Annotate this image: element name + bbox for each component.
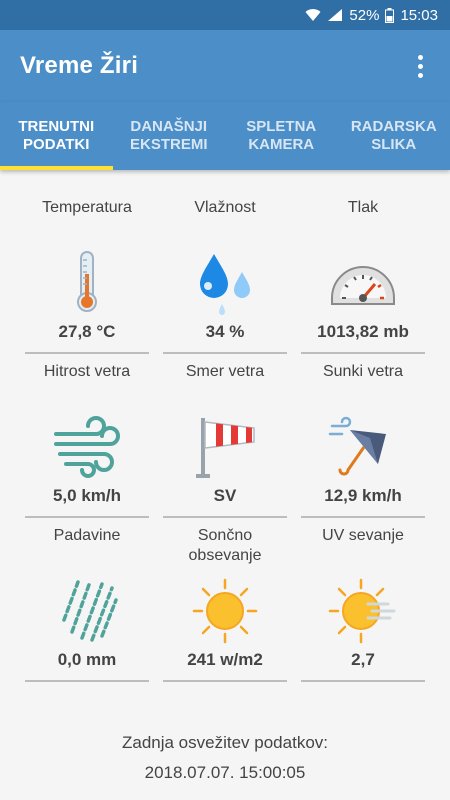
tab-danasnji-ekstremi[interactable]: DANAŠNJI EKSTREMI — [113, 102, 226, 170]
uv-sun-icon — [328, 576, 398, 646]
tab-trenutni-podatki[interactable]: TRENUTNI PODATKI — [0, 102, 113, 170]
app-bar: Vreme Žiri — [0, 30, 450, 102]
windy-umbrella-icon — [328, 412, 398, 482]
measurement-label: Temperatura — [42, 199, 132, 216]
measurement-label: Tlak — [347, 199, 379, 216]
divider — [25, 680, 149, 682]
rain-icon — [52, 576, 122, 646]
measurement-value: 12,9 km/h — [324, 486, 402, 505]
measurement-label: Hitrost vetra — [43, 363, 131, 380]
measurement-uv-index: UV sevanje 2,7 — [301, 518, 425, 682]
last-update: Zadnja osvežitev podatkov: 2018.07.07. 1… — [0, 728, 450, 788]
measurement-label: Smer vetra — [185, 363, 265, 380]
tab-bar: TRENUTNI PODATKI DANAŠNJI EKSTREMI SPLET… — [0, 102, 450, 170]
divider — [301, 680, 425, 682]
windsock-icon — [190, 412, 260, 482]
last-update-label: Zadnja osvežitev podatkov: — [121, 733, 328, 752]
measurement-wind-direction: Smer vetra SV — [163, 354, 287, 518]
measurement-temperature: Temperatura 27,8 °C — [25, 190, 149, 354]
measurement-wind-gusts: Sunki vetra 12,9 km/h — [301, 354, 425, 518]
signal-icon — [327, 8, 343, 22]
measurement-value: 2,7 — [351, 650, 375, 669]
tab-radarska-slika[interactable]: RADARSKA SLIKA — [338, 102, 450, 170]
measurement-label: Vlažnost — [194, 199, 256, 216]
measurement-label: UV sevanje — [322, 527, 404, 544]
measurement-value: 27,8 °C — [58, 322, 116, 341]
measurement-value: 34 % — [205, 322, 245, 341]
battery-percent: 52% — [349, 6, 380, 24]
measurement-solar-radiation: Sončno obsevanje 241 w/m2 — [163, 518, 287, 682]
measurement-value: 0,0 mm — [57, 650, 117, 669]
clock: 15:03 — [400, 6, 438, 24]
measurement-value: SV — [213, 486, 237, 505]
tab-spletna-kamera[interactable]: SPLETNA KAMERA — [225, 102, 338, 170]
app-title: Vreme Žiri — [20, 52, 139, 79]
measurement-label: Sunki vetra — [322, 363, 404, 380]
divider — [163, 680, 287, 682]
status-bar: 52% 15:03 — [0, 0, 450, 30]
more-vert-icon[interactable] — [408, 51, 432, 81]
battery-icon — [385, 7, 395, 23]
last-update-timestamp: 2018.07.07. 15:00:05 — [144, 763, 306, 782]
measurement-pressure: Tlak 1013,82 mb — [301, 190, 425, 354]
water-drops-icon — [190, 248, 260, 318]
measurement-grid: Temperatura 27,8 °C Vlažnost 34 % Tlak 1… — [25, 190, 425, 682]
measurement-value: 1013,82 mb — [317, 322, 409, 341]
thermometer-icon — [52, 248, 122, 318]
measurement-label: Padavine — [53, 527, 121, 544]
measurement-value: 5,0 km/h — [52, 486, 122, 505]
measurement-precipitation: Padavine 0,0 mm — [25, 518, 149, 682]
wind-icon — [52, 412, 122, 482]
wifi-icon — [305, 8, 321, 22]
gauge-icon — [328, 248, 398, 318]
measurement-humidity: Vlažnost 34 % — [163, 190, 287, 354]
measurement-value: 241 w/m2 — [187, 650, 263, 669]
sun-icon — [190, 576, 260, 646]
measurement-label: Sončno obsevanje — [188, 527, 262, 564]
measurement-wind-speed: Hitrost vetra 5,0 km/h — [25, 354, 149, 518]
